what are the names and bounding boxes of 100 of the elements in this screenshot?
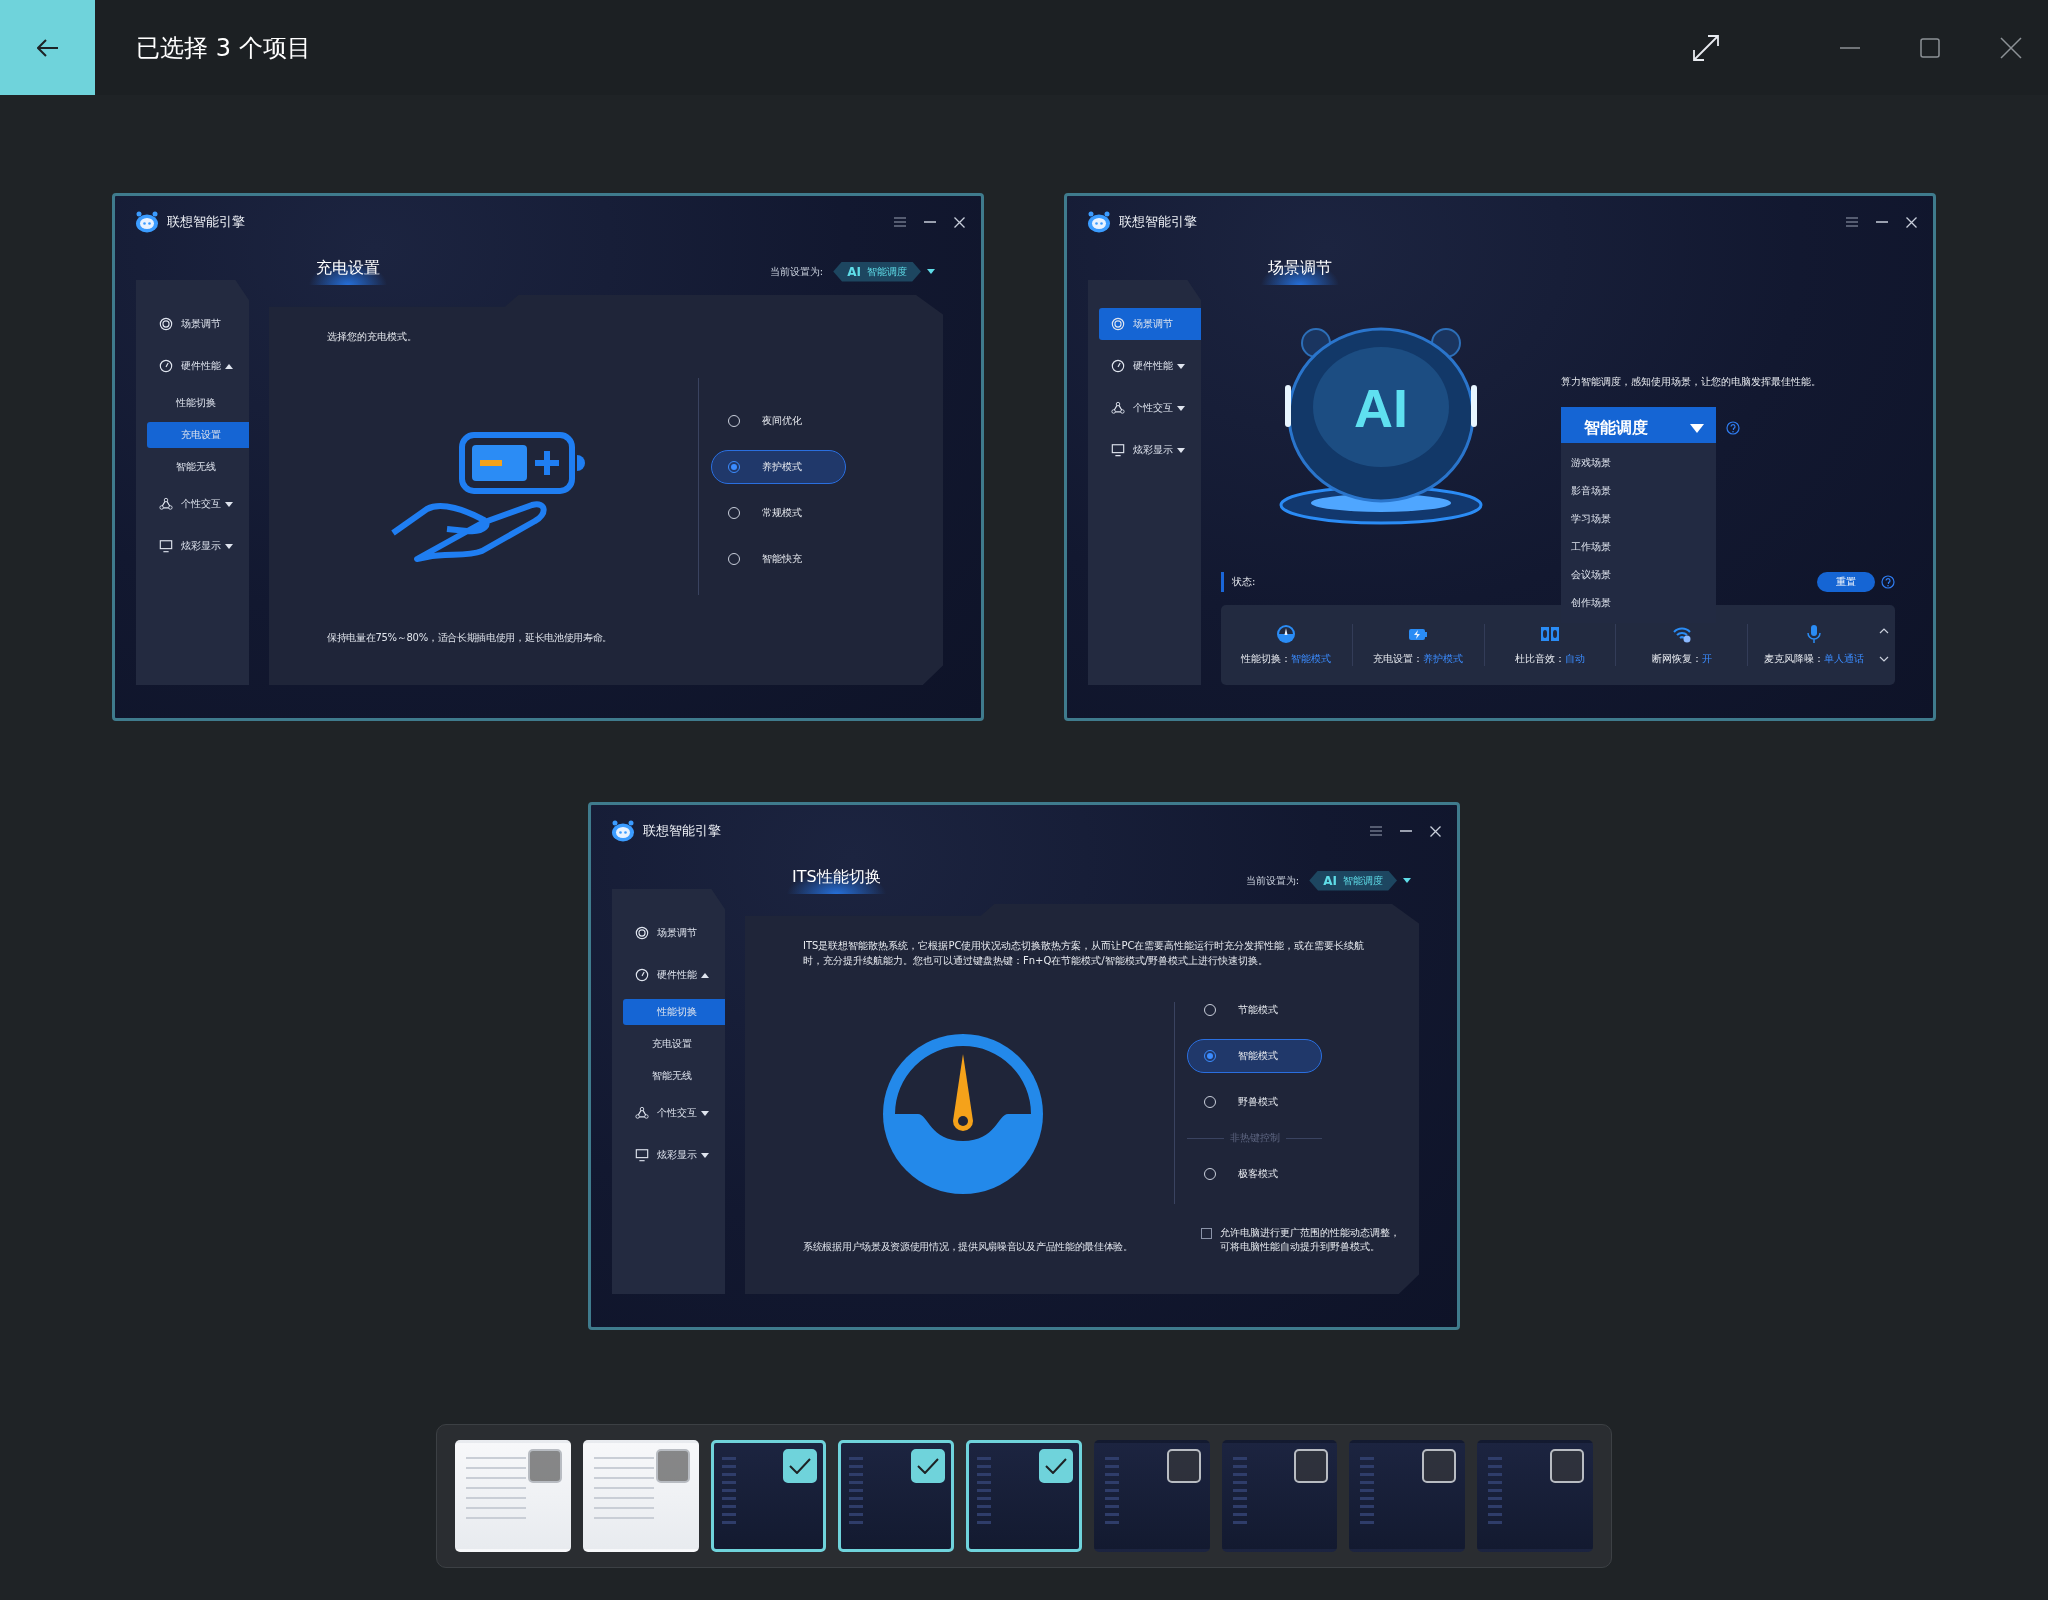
monitor-icon (159, 539, 173, 553)
menu-item[interactable]: 游戏场景 (1561, 449, 1716, 477)
description-text: 算力智能调度，感知使用场景，让您的电脑发挥最佳性能。 (1561, 375, 1821, 389)
checkbox-label: 允许电脑进行更广范围的性能动态调整，可将电脑性能自动提升到野兽模式。 (1220, 1226, 1401, 1254)
gauge-icon (1276, 624, 1297, 644)
app-title: 联想智能引擎 (167, 213, 245, 231)
mascot-label: AI (1353, 377, 1409, 439)
mode-option[interactable]: 极客模式 (1187, 1157, 1322, 1191)
selection-checkbox[interactable] (1166, 1449, 1201, 1483)
current-setting-label: 当前设置为: (769, 264, 824, 279)
thumbnail-image[interactable] (455, 1440, 571, 1552)
nodes-icon (635, 1106, 649, 1120)
menu-item[interactable]: 学习场景 (1561, 505, 1716, 533)
window-title: 已选择 3 个项目 (136, 32, 311, 64)
mode-selector[interactable]: AI 智能调度 (833, 261, 921, 282)
checkbox[interactable] (1201, 1228, 1212, 1239)
target-icon (1111, 317, 1125, 331)
mode-description: 系统根据用户场景及资源使用情况，提供风扇噪音以及产品性能的最佳体验。 (803, 1240, 1134, 1254)
mode-option[interactable]: 养护模式 (711, 449, 846, 484)
menu-icon[interactable] (1846, 217, 1858, 227)
sidebar-item[interactable]: 硬件性能 (612, 954, 731, 996)
sidebar-subitem[interactable]: 智能无线 (612, 1060, 731, 1092)
help-icon[interactable] (1881, 575, 1895, 589)
sidebar-item[interactable]: 炫彩显示 (612, 1134, 731, 1176)
caret-icon[interactable] (927, 269, 935, 274)
status-item-label: 充电设置： (1373, 652, 1424, 666)
selection-checkbox[interactable] (1422, 1449, 1457, 1483)
chevron-down-icon[interactable] (1879, 656, 1889, 662)
status-item-label: 性能切换： (1241, 652, 1292, 666)
nodes-icon (1111, 401, 1125, 415)
selection-checkbox[interactable] (527, 1449, 562, 1483)
menu-icon[interactable] (894, 217, 906, 227)
robot-logo-icon (135, 211, 159, 233)
mode-description: 保持电量在75%～80%，适合长期插电使用，延长电池使用寿命。 (327, 631, 614, 645)
thumbnail-image[interactable] (966, 1440, 1082, 1552)
monitor-icon (635, 1148, 649, 1162)
thumbnail-image[interactable] (1221, 1440, 1338, 1552)
mode-option[interactable]: 智能模式 (1187, 1039, 1322, 1073)
caret-icon[interactable] (1403, 878, 1411, 883)
selection-checkbox[interactable] (911, 1449, 946, 1483)
status-item-label: 杜比音效： (1515, 652, 1565, 666)
menu-item[interactable]: 会议场景 (1561, 561, 1716, 589)
check-icon (789, 1458, 812, 1474)
sidebar-item[interactable]: 炫彩显示 (1088, 429, 1207, 471)
help-icon[interactable] (1726, 421, 1740, 435)
mode-option[interactable]: 夜间优化 (711, 403, 846, 438)
thumbnail-image[interactable] (1477, 1440, 1594, 1552)
speaker-box-icon (1540, 624, 1560, 644)
menu-icon[interactable] (1370, 826, 1382, 836)
reset-button[interactable]: 重置 (1817, 572, 1875, 592)
sidebar-item[interactable]: 硬件性能 (136, 345, 255, 387)
expand-icon[interactable] (1692, 33, 1720, 62)
mode-option[interactable]: 常规模式 (711, 495, 846, 530)
mode-selector[interactable]: AI 智能调度 (1309, 870, 1397, 891)
close-icon[interactable] (1430, 825, 1441, 837)
selection-checkbox[interactable] (783, 1449, 818, 1483)
menu-item[interactable]: 影音场景 (1561, 477, 1716, 505)
mode-option[interactable]: 节能模式 (1187, 993, 1322, 1027)
thumbnail-image[interactable] (1093, 1440, 1210, 1552)
selection-checkbox[interactable] (655, 1449, 690, 1483)
sidebar-item[interactable]: 个性交互 (136, 483, 255, 525)
thumbnail-image[interactable] (582, 1440, 699, 1552)
thumbnail-image[interactable] (838, 1440, 955, 1552)
sidebar-item[interactable]: 炫彩显示 (136, 525, 255, 567)
thumbnail-image[interactable] (710, 1440, 827, 1552)
status-item-value: 开 (1701, 652, 1712, 666)
menu-item[interactable]: 工作场景 (1561, 533, 1716, 561)
close-icon[interactable] (2000, 36, 2022, 59)
sidebar-subitem[interactable]: 智能无线 (136, 451, 255, 483)
mode-option[interactable]: 智能快充 (711, 541, 846, 576)
sidebar-subitem[interactable]: 性能切换 (136, 387, 255, 419)
status-item-value: 智能模式 (1291, 652, 1332, 666)
close-icon[interactable] (1906, 216, 1917, 228)
status-item-label: 麦克风降噪： (1763, 652, 1824, 666)
menu-item[interactable]: 创作场景 (1561, 589, 1716, 617)
status-item-label: 断网恢复： (1651, 652, 1702, 666)
monitor-icon (1111, 443, 1125, 457)
selection-checkbox[interactable] (1038, 1449, 1073, 1483)
chevron-up-icon[interactable] (1879, 628, 1889, 634)
sidebar-item[interactable]: 场景调节 (136, 303, 255, 345)
description-text: 选择您的充电模式。 (327, 330, 418, 344)
gauge-icon (159, 359, 173, 373)
sidebar-item[interactable]: 场景调节 (612, 912, 731, 954)
sidebar-item[interactable]: 个性交互 (612, 1092, 731, 1134)
selection-checkbox[interactable] (1294, 1449, 1329, 1483)
mode-option[interactable]: 野兽模式 (1187, 1085, 1322, 1119)
sidebar-item[interactable]: 硬件性能 (1088, 345, 1207, 387)
status-item-value: 养护模式 (1423, 652, 1464, 666)
gauge-icon (635, 968, 649, 982)
separator-label: 非热键控制 (1229, 1131, 1280, 1145)
thumbnail-image[interactable] (1349, 1440, 1466, 1552)
status-label: 状态: (1221, 572, 1256, 592)
selection-checkbox[interactable] (1550, 1449, 1585, 1483)
current-setting-label: 当前设置为: (1245, 873, 1300, 888)
gauge-icon (1111, 359, 1125, 373)
sidebar-item[interactable]: 个性交互 (1088, 387, 1207, 429)
maximize-icon[interactable] (1920, 37, 1940, 58)
sidebar-subitem[interactable]: 充电设置 (612, 1028, 731, 1060)
description-text: ITS是联想智能散热系统，它根据PC使用状况动态切换散热方案，从而让PC在需要高性能运行时充分发挥性能，或在需要长续航时，充分提升续航能力。您也可以通过键盘热键：Fn+Q在节能模式/智能模式/野兽模式上进行快速切换。 (803, 939, 1366, 968)
close-icon[interactable] (954, 216, 965, 228)
